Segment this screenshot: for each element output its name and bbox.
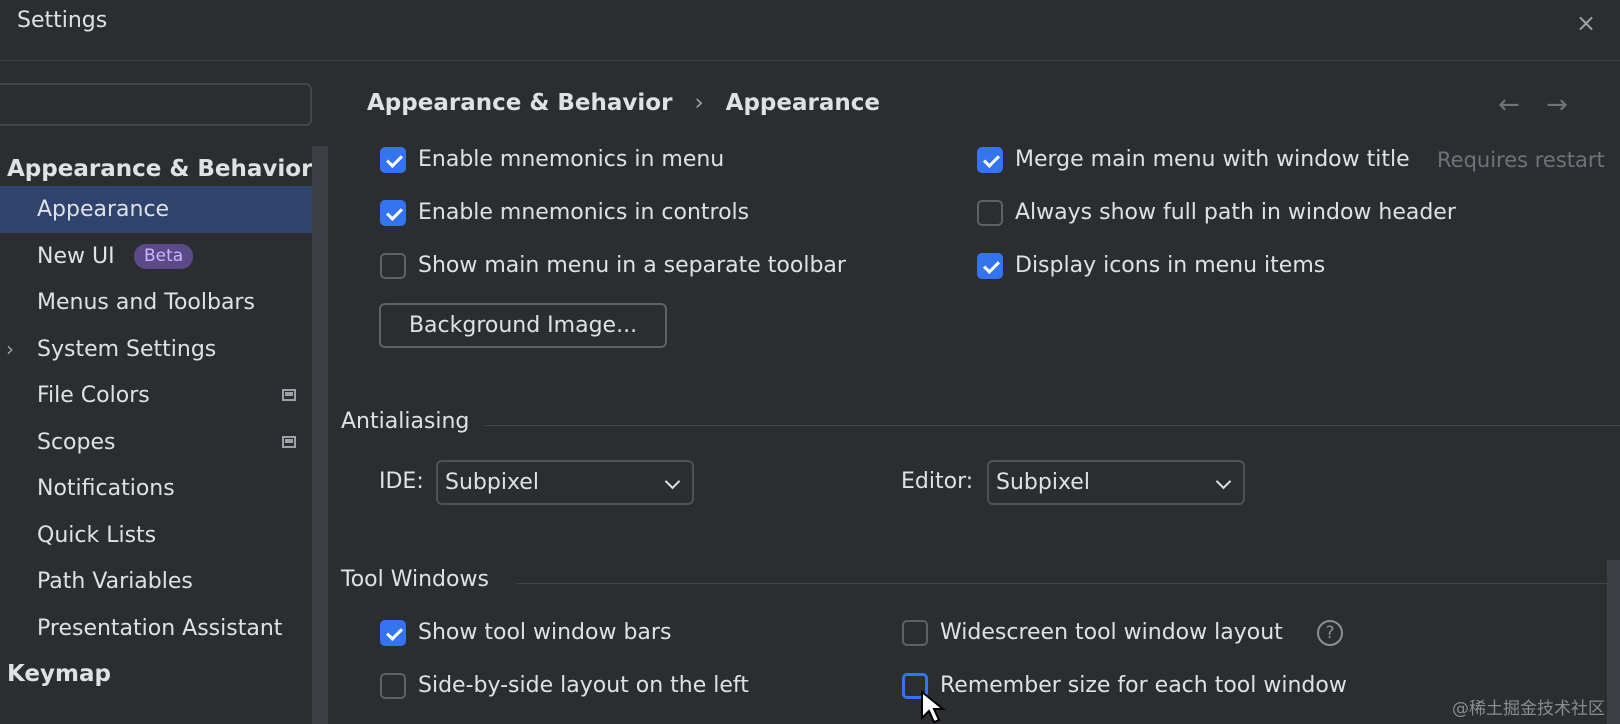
checkbox-box[interactable]	[977, 147, 1003, 173]
sidebar-item-label: New UI	[37, 244, 115, 269]
checkbox-label: Enable mnemonics in menu	[418, 147, 725, 172]
sidebar-item-new-ui[interactable]: New UI Beta	[0, 233, 328, 280]
tool-windows-section-title: Tool Windows	[341, 567, 489, 592]
sidebar-item-label: Path Variables	[37, 569, 193, 594]
project-scope-icon	[282, 436, 296, 448]
background-image-button[interactable]: Background Image...	[379, 303, 667, 348]
sidebar-item-notifications[interactable]: Notifications	[0, 465, 328, 512]
breadcrumb-parent[interactable]: Appearance & Behavior	[367, 90, 672, 116]
checkbox-box[interactable]	[977, 200, 1003, 226]
checkbox-label: Remember size for each tool window	[940, 673, 1347, 698]
checkbox-box[interactable]	[977, 253, 1003, 279]
checkbox-label: Show tool window bars	[418, 620, 672, 645]
section-divider	[485, 425, 1620, 426]
ide-label: IDE:	[379, 469, 424, 494]
antialiasing-section-title: Antialiasing	[341, 409, 470, 434]
sidebar-item-file-colors[interactable]: File Colors	[0, 372, 328, 419]
checkbox-label: Merge main menu with window title	[1015, 147, 1410, 172]
chevron-down-icon	[664, 473, 681, 490]
window-title: Settings	[17, 8, 108, 33]
beta-badge: Beta	[134, 244, 194, 269]
checkbox-label: Side-by-side layout on the left	[418, 673, 749, 698]
sidebar-item-system-settings[interactable]: › System Settings	[0, 326, 328, 373]
settings-sidebar: Appearance & Behavior Appearance New UI …	[0, 146, 328, 724]
checkbox-box[interactable]	[902, 620, 928, 646]
sidebar-item-menus-toolbars[interactable]: Menus and Toolbars	[0, 279, 328, 326]
checkbox-label: Always show full path in window header	[1015, 200, 1456, 225]
mouse-cursor-icon	[921, 690, 946, 724]
checkbox-label: Display icons in menu items	[1015, 253, 1326, 278]
sidebar-item-presentation-assistant[interactable]: Presentation Assistant	[0, 605, 328, 652]
checkbox-box[interactable]	[380, 147, 406, 173]
chevron-right-icon[interactable]: ›	[6, 326, 14, 373]
sidebar-item-label: Keymap	[7, 661, 111, 687]
sidebar-scrollbar[interactable]	[312, 146, 328, 724]
select-value: Subpixel	[445, 470, 539, 495]
chevron-down-icon	[1215, 473, 1232, 490]
editor-label: Editor:	[901, 469, 974, 494]
sidebar-item-label: Menus and Toolbars	[37, 290, 255, 315]
checkbox-label: Show main menu in a separate toolbar	[418, 253, 846, 278]
help-icon[interactable]: ?	[1317, 620, 1343, 646]
breadcrumb-current: Appearance	[725, 90, 880, 116]
sidebar-item-appearance[interactable]: Appearance	[0, 186, 328, 233]
breadcrumb-separator: ›	[694, 90, 704, 116]
editor-antialiasing-select[interactable]: Subpixel	[987, 460, 1245, 505]
back-arrow-icon[interactable]: ←	[1498, 90, 1520, 120]
sidebar-item-label: File Colors	[37, 383, 150, 408]
checkbox-label: Widescreen tool window layout	[940, 620, 1283, 645]
content-scrollbar[interactable]	[1607, 560, 1620, 724]
sidebar-item-label: Quick Lists	[37, 523, 157, 548]
checkbox-box[interactable]	[380, 673, 406, 699]
sidebar-item-label: Appearance	[37, 197, 170, 222]
sidebar-item-label: Presentation Assistant	[37, 616, 283, 641]
sidebar-group-keymap[interactable]: Keymap	[0, 651, 328, 698]
checkbox-box[interactable]	[380, 200, 406, 226]
forward-arrow-icon[interactable]: →	[1546, 90, 1568, 120]
settings-search-input[interactable]	[0, 83, 312, 126]
title-bar: Settings ×	[0, 0, 1620, 61]
select-value: Subpixel	[996, 470, 1090, 495]
sidebar-item-scopes[interactable]: Scopes	[0, 419, 328, 466]
close-icon[interactable]: ×	[1576, 9, 1596, 37]
checkbox-box[interactable]	[380, 620, 406, 646]
sidebar-item-quick-lists[interactable]: Quick Lists	[0, 512, 328, 559]
project-scope-icon	[282, 389, 296, 401]
sidebar-item-label: Scopes	[37, 430, 116, 455]
requires-restart-hint: Requires restart	[1437, 148, 1605, 172]
sidebar-item-label: System Settings	[37, 337, 217, 362]
checkbox-label: Enable mnemonics in controls	[418, 200, 750, 225]
checkbox-box[interactable]	[380, 253, 406, 279]
sidebar-item-path-variables[interactable]: Path Variables	[0, 558, 328, 605]
sidebar-item-label: Notifications	[37, 476, 175, 501]
breadcrumb: Appearance & Behavior › Appearance	[367, 90, 880, 116]
watermark: @稀土掘金技术社区	[1452, 699, 1605, 719]
section-divider	[516, 583, 1620, 584]
ide-antialiasing-select[interactable]: Subpixel	[436, 460, 694, 505]
